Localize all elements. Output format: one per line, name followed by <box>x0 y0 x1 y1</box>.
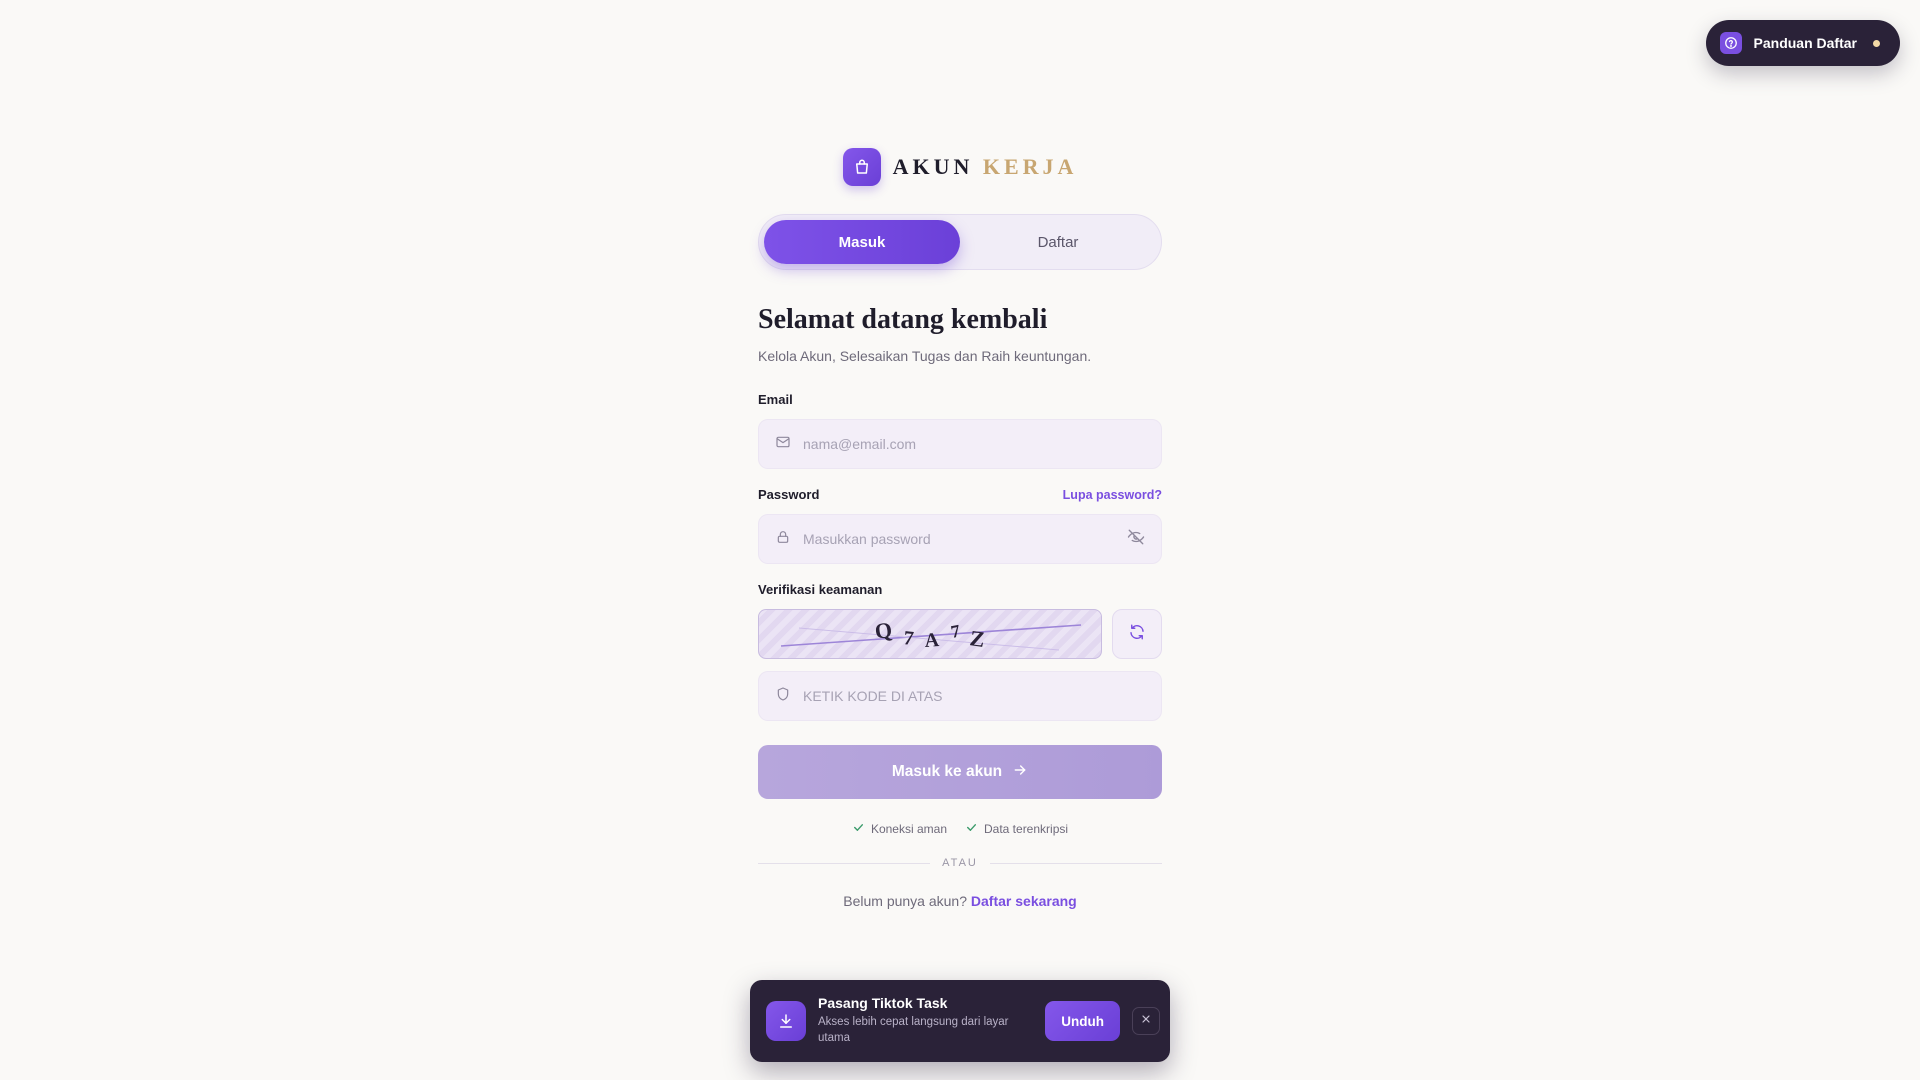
tab-masuk[interactable]: Masuk <box>764 220 960 264</box>
mail-icon <box>775 434 791 455</box>
eye-off-icon[interactable] <box>1127 528 1145 551</box>
brand-name-part2: KERJA <box>982 154 1078 179</box>
signup-prompt-text: Belum punya akun? <box>843 893 968 909</box>
badge-label: Koneksi aman <box>870 822 947 836</box>
check-icon <box>965 821 978 837</box>
badge-encrypted-data: Data terenkripsi <box>965 821 1068 837</box>
captcha-image: Q 7 A 7 Z <box>758 609 1102 659</box>
password-field-wrapper <box>758 514 1162 564</box>
security-badges: Koneksi aman Data terenkripsi <box>758 821 1162 837</box>
close-icon <box>1140 1012 1152 1030</box>
download-icon <box>766 1001 806 1041</box>
lock-icon <box>775 529 791 550</box>
refresh-captcha-button[interactable] <box>1112 609 1162 659</box>
signup-prompt: Belum punya akun? Daftar sekarang <box>758 893 1162 909</box>
captcha-char: Z <box>968 625 986 652</box>
brand-name: AKUN KERJA <box>893 154 1078 180</box>
login-page: Panduan Daftar AKUN KERJA Masuk Daftar S… <box>0 0 1920 1080</box>
password-label: Password <box>758 487 820 502</box>
password-field[interactable] <box>803 531 1115 547</box>
refresh-icon <box>1128 623 1146 646</box>
badge-secure-connection: Koneksi aman <box>852 821 947 837</box>
badge-label: Data terenkripsi <box>984 822 1069 836</box>
install-description: Akses lebih cepat langsung dari layar ut… <box>818 1016 1009 1044</box>
email-label: Email <box>758 392 793 407</box>
check-icon <box>852 821 865 837</box>
help-circle-icon <box>1719 32 1742 54</box>
captcha-row: Q 7 A 7 Z <box>758 609 1162 659</box>
captcha-field-wrapper <box>758 671 1162 721</box>
or-divider: ATAU <box>758 857 1162 869</box>
notification-dot <box>1873 39 1880 47</box>
close-banner-button[interactable] <box>1132 1007 1160 1035</box>
captcha-char: A <box>924 629 940 652</box>
install-title: Pasang Tiktok Task <box>818 995 948 1012</box>
page-title: Selamat datang kembali <box>758 304 1048 335</box>
email-label-row: Email <box>758 392 1162 407</box>
captcha-char: 7 <box>949 621 961 642</box>
signup-link[interactable]: Daftar sekarang <box>971 893 1077 909</box>
captcha-label: Verifikasi keamanan <box>758 582 883 597</box>
password-label-row: Password Lupa password? <box>758 487 1162 502</box>
captcha-char: 7 <box>902 627 914 650</box>
email-field[interactable] <box>803 436 1145 452</box>
shield-icon <box>775 686 791 707</box>
login-submit-button[interactable]: Masuk ke akun <box>758 745 1162 799</box>
guide-label: Panduan Daftar <box>1753 35 1857 51</box>
page-subtitle: Kelola Akun, Selesaikan Tugas dan Raih k… <box>758 348 1092 364</box>
captcha-field[interactable] <box>803 688 1145 704</box>
install-banner: Pasang Tiktok Task Akses lebih cepat lan… <box>750 980 1170 1062</box>
divider-label: ATAU <box>942 857 978 869</box>
login-form-column: AKUN KERJA Masuk Daftar Selamat datang k… <box>758 148 1162 909</box>
tab-daftar[interactable]: Daftar <box>960 220 1156 264</box>
auth-tabs: Masuk Daftar <box>758 214 1162 270</box>
download-button[interactable]: Unduh <box>1045 1001 1120 1041</box>
install-text: Pasang Tiktok Task Akses lebih cepat lan… <box>818 995 1033 1046</box>
captcha-label-row: Verifikasi keamanan <box>758 582 1162 597</box>
forgot-password-link[interactable]: Lupa password? <box>1063 488 1162 502</box>
brand-name-part1: AKUN <box>892 154 974 179</box>
divider-line <box>989 862 1162 864</box>
divider-line <box>758 862 931 864</box>
email-field-wrapper <box>758 419 1162 469</box>
shopping-bag-icon <box>842 148 881 186</box>
submit-label: Masuk ke akun <box>891 763 1003 780</box>
guide-button[interactable]: Panduan Daftar <box>1705 20 1900 66</box>
arrow-right-icon <box>1012 762 1028 783</box>
brand-logo: AKUN KERJA <box>758 148 1162 186</box>
captcha-char: Q <box>873 617 893 644</box>
